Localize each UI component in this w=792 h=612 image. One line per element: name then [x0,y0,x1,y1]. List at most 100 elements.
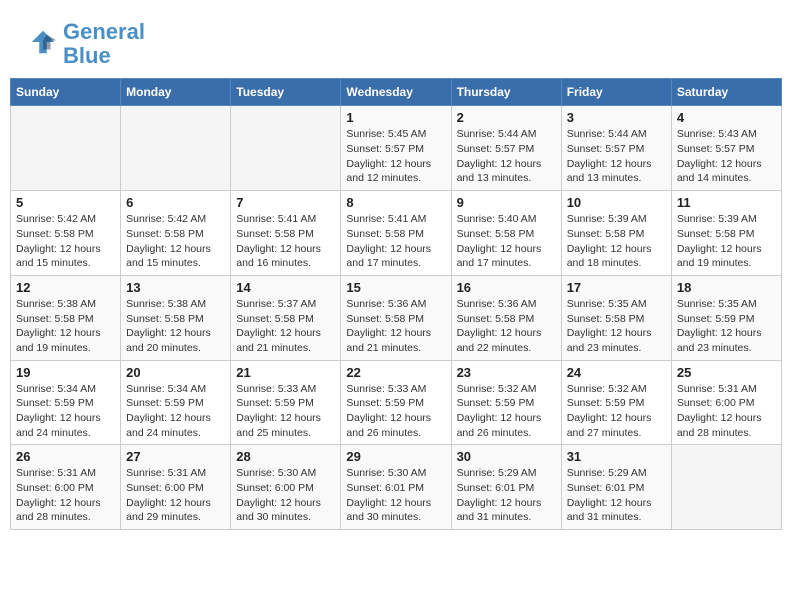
day-info: Sunrise: 5:33 AM Sunset: 5:59 PM Dayligh… [236,382,335,441]
calendar-cell: 16 Sunrise: 5:36 AM Sunset: 5:58 PM Dayli… [451,275,561,360]
calendar-cell: 22 Sunrise: 5:33 AM Sunset: 5:59 PM Dayli… [341,360,451,445]
calendar-week-5: 26 Sunrise: 5:31 AM Sunset: 6:00 PM Dayli… [11,445,782,530]
weekday-wednesday: Wednesday [341,79,451,106]
calendar-cell [121,106,231,191]
weekday-saturday: Saturday [671,79,781,106]
day-number: 6 [126,195,225,210]
day-info: Sunrise: 5:34 AM Sunset: 5:59 PM Dayligh… [16,382,115,441]
calendar-cell: 30Sunrise: 5:29 AM Sunset: 6:01 PM Dayli… [451,445,561,530]
logo-icon [28,27,58,57]
calendar-cell: 24Sunrise: 5:32 AM Sunset: 5:59 PM Dayli… [561,360,671,445]
calendar-cell: 8 Sunrise: 5:41 AM Sunset: 5:58 PM Daylig… [341,191,451,276]
day-number: 20 [126,365,225,380]
calendar-cell: 10Sunrise: 5:39 AM Sunset: 5:58 PM Dayli… [561,191,671,276]
day-number: 21 [236,365,335,380]
day-info: Sunrise: 5:44 AM Sunset: 5:57 PM Dayligh… [457,127,556,186]
day-info: Sunrise: 5:29 AM Sunset: 6:01 PM Dayligh… [567,466,666,525]
calendar-cell: 14 Sunrise: 5:37 AM Sunset: 5:58 PM Dayli… [231,275,341,360]
calendar-cell: 21 Sunrise: 5:33 AM Sunset: 5:59 PM Dayli… [231,360,341,445]
day-number: 16 [457,280,556,295]
day-info: Sunrise: 5:34 AM Sunset: 5:59 PM Dayligh… [126,382,225,441]
calendar-cell: 15Sunrise: 5:36 AM Sunset: 5:58 PM Dayli… [341,275,451,360]
day-info: Sunrise: 5:38 AM Sunset: 5:58 PM Dayligh… [16,297,115,356]
day-number: 2 [457,110,556,125]
day-number: 8 [346,195,445,210]
day-number: 18 [677,280,776,295]
calendar-cell: 27 Sunrise: 5:31 AM Sunset: 6:00 PM Dayli… [121,445,231,530]
calendar-cell [231,106,341,191]
day-info: Sunrise: 5:42 AM Sunset: 5:58 PM Dayligh… [126,212,225,271]
calendar-cell: 23 Sunrise: 5:32 AM Sunset: 5:59 PM Dayli… [451,360,561,445]
calendar-cell: 28 Sunrise: 5:30 AM Sunset: 6:00 PM Dayli… [231,445,341,530]
calendar-cell: 20 Sunrise: 5:34 AM Sunset: 5:59 PM Dayli… [121,360,231,445]
calendar-cell: 2 Sunrise: 5:44 AM Sunset: 5:57 PM Daylig… [451,106,561,191]
day-info: Sunrise: 5:39 AM Sunset: 5:58 PM Dayligh… [677,212,776,271]
day-number: 25 [677,365,776,380]
day-info: Sunrise: 5:31 AM Sunset: 6:00 PM Dayligh… [677,382,776,441]
day-info: Sunrise: 5:37 AM Sunset: 5:58 PM Dayligh… [236,297,335,356]
day-number: 1 [346,110,445,125]
day-info: Sunrise: 5:30 AM Sunset: 6:00 PM Dayligh… [236,466,335,525]
logo-name: GeneralBlue [63,20,145,68]
calendar-cell: 5 Sunrise: 5:42 AM Sunset: 5:58 PM Daylig… [11,191,121,276]
day-info: Sunrise: 5:41 AM Sunset: 5:58 PM Dayligh… [346,212,445,271]
day-info: Sunrise: 5:44 AM Sunset: 5:57 PM Dayligh… [567,127,666,186]
day-number: 31 [567,449,666,464]
calendar-cell: 9Sunrise: 5:40 AM Sunset: 5:58 PM Daylig… [451,191,561,276]
calendar-cell: 19Sunrise: 5:34 AM Sunset: 5:59 PM Dayli… [11,360,121,445]
calendar-cell [671,445,781,530]
day-info: Sunrise: 5:35 AM Sunset: 5:59 PM Dayligh… [677,297,776,356]
day-number: 23 [457,365,556,380]
calendar-week-1: 1Sunrise: 5:45 AM Sunset: 5:57 PM Daylig… [11,106,782,191]
day-number: 4 [677,110,776,125]
logo: GeneralBlue [25,20,145,68]
weekday-monday: Monday [121,79,231,106]
day-number: 26 [16,449,115,464]
day-number: 13 [126,280,225,295]
calendar-table: SundayMondayTuesdayWednesdayThursdayFrid… [10,78,782,530]
calendar-cell: 26 Sunrise: 5:31 AM Sunset: 6:00 PM Dayli… [11,445,121,530]
day-number: 11 [677,195,776,210]
day-info: Sunrise: 5:32 AM Sunset: 5:59 PM Dayligh… [567,382,666,441]
calendar-week-3: 12Sunrise: 5:38 AM Sunset: 5:58 PM Dayli… [11,275,782,360]
calendar-cell: 6 Sunrise: 5:42 AM Sunset: 5:58 PM Daylig… [121,191,231,276]
day-number: 29 [346,449,445,464]
day-info: Sunrise: 5:36 AM Sunset: 5:58 PM Dayligh… [457,297,556,356]
calendar-cell: 25 Sunrise: 5:31 AM Sunset: 6:00 PM Dayli… [671,360,781,445]
day-info: Sunrise: 5:33 AM Sunset: 5:59 PM Dayligh… [346,382,445,441]
calendar-cell: 1Sunrise: 5:45 AM Sunset: 5:57 PM Daylig… [341,106,451,191]
day-number: 27 [126,449,225,464]
calendar-cell: 7Sunrise: 5:41 AM Sunset: 5:58 PM Daylig… [231,191,341,276]
calendar-cell: 31 Sunrise: 5:29 AM Sunset: 6:01 PM Dayli… [561,445,671,530]
day-number: 14 [236,280,335,295]
day-info: Sunrise: 5:41 AM Sunset: 5:58 PM Dayligh… [236,212,335,271]
calendar-week-2: 5 Sunrise: 5:42 AM Sunset: 5:58 PM Daylig… [11,191,782,276]
day-info: Sunrise: 5:36 AM Sunset: 5:58 PM Dayligh… [346,297,445,356]
calendar-cell: 11 Sunrise: 5:39 AM Sunset: 5:58 PM Dayli… [671,191,781,276]
day-info: Sunrise: 5:31 AM Sunset: 6:00 PM Dayligh… [126,466,225,525]
day-number: 3 [567,110,666,125]
calendar-cell: 13 Sunrise: 5:38 AM Sunset: 5:58 PM Dayli… [121,275,231,360]
calendar-cell: 3 Sunrise: 5:44 AM Sunset: 5:57 PM Daylig… [561,106,671,191]
day-number: 9 [457,195,556,210]
calendar-cell: 18 Sunrise: 5:35 AM Sunset: 5:59 PM Dayli… [671,275,781,360]
day-info: Sunrise: 5:38 AM Sunset: 5:58 PM Dayligh… [126,297,225,356]
calendar-cell: 4 Sunrise: 5:43 AM Sunset: 5:57 PM Daylig… [671,106,781,191]
weekday-sunday: Sunday [11,79,121,106]
day-info: Sunrise: 5:43 AM Sunset: 5:57 PM Dayligh… [677,127,776,186]
calendar-cell: 17Sunrise: 5:35 AM Sunset: 5:58 PM Dayli… [561,275,671,360]
day-number: 30 [457,449,556,464]
weekday-tuesday: Tuesday [231,79,341,106]
day-number: 28 [236,449,335,464]
day-info: Sunrise: 5:42 AM Sunset: 5:58 PM Dayligh… [16,212,115,271]
calendar-cell: 12Sunrise: 5:38 AM Sunset: 5:58 PM Dayli… [11,275,121,360]
day-number: 5 [16,195,115,210]
header: GeneralBlue [10,10,782,73]
day-info: Sunrise: 5:32 AM Sunset: 5:59 PM Dayligh… [457,382,556,441]
calendar-week-4: 19Sunrise: 5:34 AM Sunset: 5:59 PM Dayli… [11,360,782,445]
calendar-cell [11,106,121,191]
calendar-cell: 29Sunrise: 5:30 AM Sunset: 6:01 PM Dayli… [341,445,451,530]
day-info: Sunrise: 5:31 AM Sunset: 6:00 PM Dayligh… [16,466,115,525]
day-info: Sunrise: 5:35 AM Sunset: 5:58 PM Dayligh… [567,297,666,356]
day-number: 22 [346,365,445,380]
